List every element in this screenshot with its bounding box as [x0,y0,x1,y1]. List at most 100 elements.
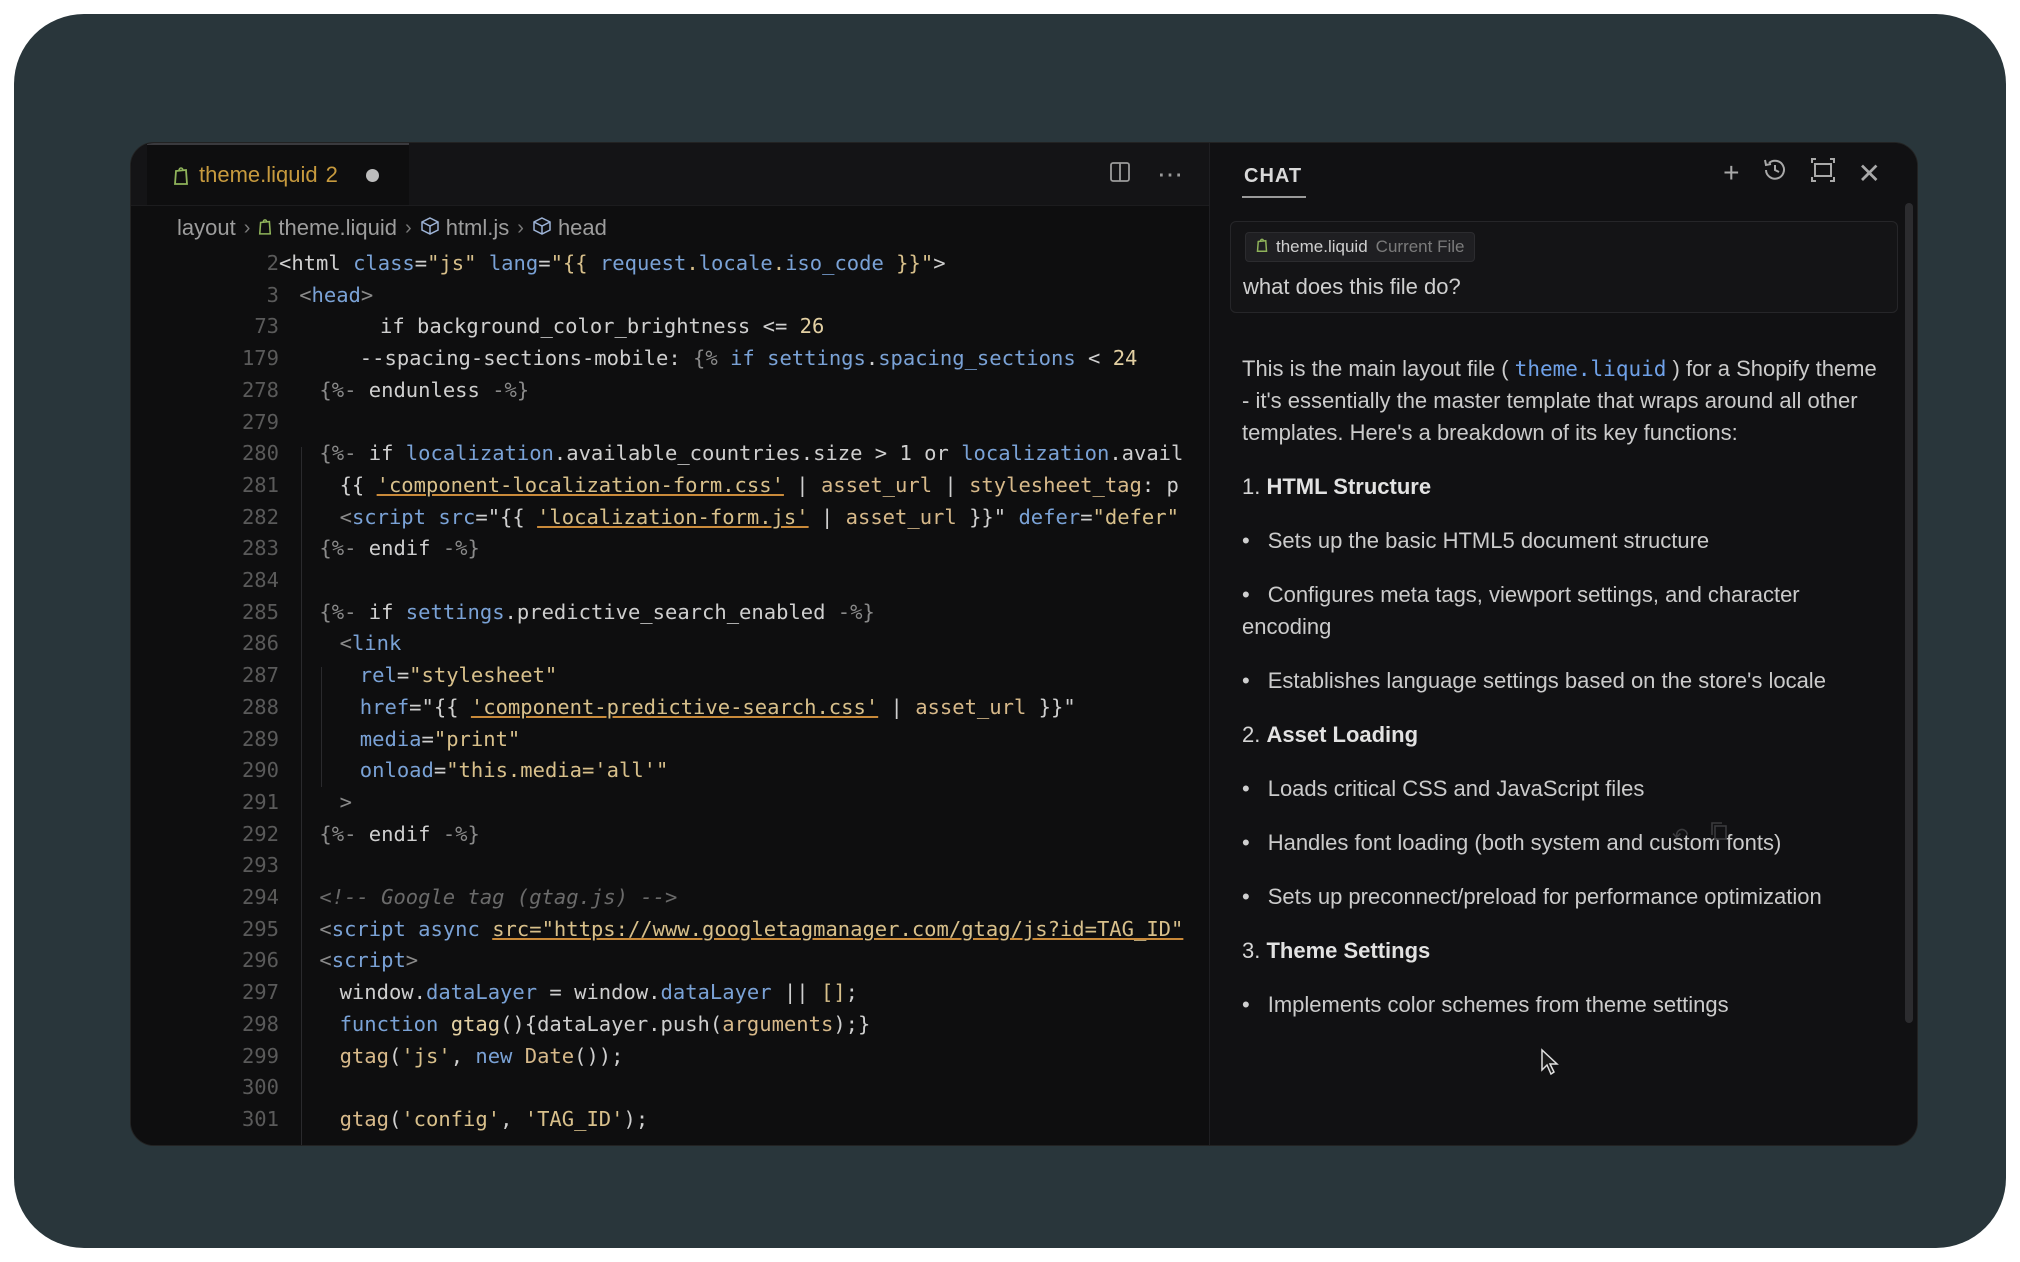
code-line: if background_color_brightness <= 26 [380,314,825,338]
code-line: {%- if localization.available_countries.… [319,441,1184,465]
code-line: <!-- Google tag (gtag.js) --> [319,885,678,909]
response-list-item: Handles font loading (both system and cu… [1242,827,1882,859]
line-number: 292 [241,822,279,846]
code-line: href="{{ 'component-predictive-search.cs… [359,695,1076,719]
split-editor-icon[interactable] [1109,159,1131,190]
copy-icon[interactable] [1710,821,1728,846]
line-number: 291 [241,790,279,814]
response-section-heading: 3. Theme Settings [1242,938,1431,963]
screenshot-frame: theme.liquid 2 ⋯ layout › theme.liquid › [14,14,2006,1248]
response-section-heading: 1. HTML Structure [1242,474,1432,499]
line-number: 301 [241,1107,279,1131]
response-list-item: Implements color schemes from theme sett… [1242,989,1882,1021]
new-chat-icon[interactable]: + [1723,157,1739,190]
line-number: 3 [266,283,279,307]
code-line: > [339,790,352,814]
line-number: 295 [241,917,279,941]
user-question: what does this file do? [1243,274,1461,299]
chat-actions: + ✕ [1723,157,1881,190]
breadcrumb-item[interactable]: layout [177,215,236,241]
shopify-file-icon [1256,237,1268,257]
more-actions-icon[interactable]: ⋯ [1157,159,1185,190]
line-number: 300 [241,1075,279,1099]
code-line: gtag('js', new Date()); [339,1044,624,1068]
line-number: 288 [241,695,279,719]
history-icon[interactable] [1762,157,1788,190]
chat-input-context[interactable]: theme.liquid Current File what does this… [1230,221,1898,313]
line-number: 287 [241,663,279,687]
chat-scrollbar[interactable] [1905,203,1913,1023]
inline-code: theme.liquid [1514,357,1667,381]
line-number: 282 [241,505,279,529]
response-list-item: Sets up preconnect/preload for performan… [1242,881,1882,913]
line-number: 299 [241,1044,279,1068]
line-number: 278 [241,378,279,402]
code-line: gtag('config', 'TAG_ID'); [339,1107,649,1131]
breadcrumb: layout › theme.liquid › html.js › head [177,211,607,245]
line-number: 2 [266,251,279,275]
code-line: onload="this.media='all'" [359,758,669,782]
response-list-item: Loads critical CSS and JavaScript files [1242,773,1882,805]
line-number: 73 [254,314,279,338]
mouse-pointer-icon [1540,1048,1560,1081]
line-number: 289 [241,727,279,751]
breadcrumb-item[interactable]: html.js [446,215,510,241]
breadcrumb-item[interactable]: head [558,215,607,241]
indent-guide [321,667,322,787]
chevron-right-icon: › [517,216,524,239]
code-line: <script async src="https://www.googletag… [319,917,1184,941]
code-line: {%- endif -%} [319,536,480,560]
chat-panel: CHAT + ✕ theme.liquid Current File what … [1209,143,1917,1145]
context-file-chip[interactable]: theme.liquid Current File [1245,232,1476,262]
code-line: --spacing-sections-mobile: {% if setting… [359,346,1138,370]
code-line: {%- endif -%} [319,822,480,846]
code-line: {{ 'component-localization-form.css' | a… [339,473,1179,497]
maximize-icon[interactable] [1810,157,1836,190]
line-number: 294 [241,885,279,909]
code-line: <script> [319,948,419,972]
shopify-file-icon [258,215,272,241]
editor-window: theme.liquid 2 ⋯ layout › theme.liquid › [130,142,1918,1146]
code-line: media="print" [359,727,521,751]
editor-actions: ⋯ [1109,159,1185,190]
line-number: 286 [241,631,279,655]
line-number: 280 [241,441,279,465]
code-line: <head> [299,283,374,307]
code-line: rel="stylesheet" [359,663,558,687]
response-list-item: Sets up the basic HTML5 document structu… [1242,525,1882,557]
context-file-tag: Current File [1375,237,1465,256]
line-number: 281 [241,473,279,497]
line-number: 290 [241,758,279,782]
code-line: {%- if settings.predictive_search_enable… [319,600,875,624]
response-section-heading: 2. Asset Loading [1242,722,1419,747]
line-number: 296 [241,948,279,972]
close-icon[interactable]: ✕ [1858,157,1881,190]
line-number: 293 [241,853,279,877]
tab-theme-liquid[interactable]: theme.liquid 2 [147,143,409,205]
code-line: {%- endunless -%} [319,378,530,402]
response-intro: This is the main layout file ( theme.liq… [1242,356,1877,445]
response-list-item: Configures meta tags, viewport settings,… [1242,579,1882,643]
unsaved-dot-icon[interactable] [365,168,379,182]
line-number: 283 [241,536,279,560]
line-number: 298 [241,1012,279,1036]
breadcrumb-item[interactable]: theme.liquid [278,215,397,241]
code-line: <link [339,631,402,655]
problems-count: 2 [325,162,338,187]
code-editor: theme.liquid 2 ⋯ layout › theme.liquid › [131,143,1209,1145]
assistant-response: This is the main layout file ( theme.liq… [1242,353,1882,1043]
cube-icon [420,215,440,241]
tab-filename: theme.liquid [199,162,318,187]
code-line: window.dataLayer = window.dataLayer || [… [339,980,859,1004]
undo-icon[interactable]: ↶ [1672,823,1689,848]
chevron-right-icon: › [405,216,412,239]
line-number: 297 [241,980,279,1004]
code-line: function gtag(){dataLayer.push(arguments… [339,1012,871,1036]
line-number: 279 [241,410,279,434]
code-line: <html class="js" lang="{{ request.locale… [279,251,946,275]
chat-title[interactable]: CHAT [1241,165,1307,198]
code-line: <script src="{{ 'localization-form.js' |… [339,505,1179,529]
response-list-item: Establishes language settings based on t… [1242,665,1882,697]
line-number: 284 [241,568,279,592]
tab-bar: theme.liquid 2 ⋯ [131,143,1209,206]
